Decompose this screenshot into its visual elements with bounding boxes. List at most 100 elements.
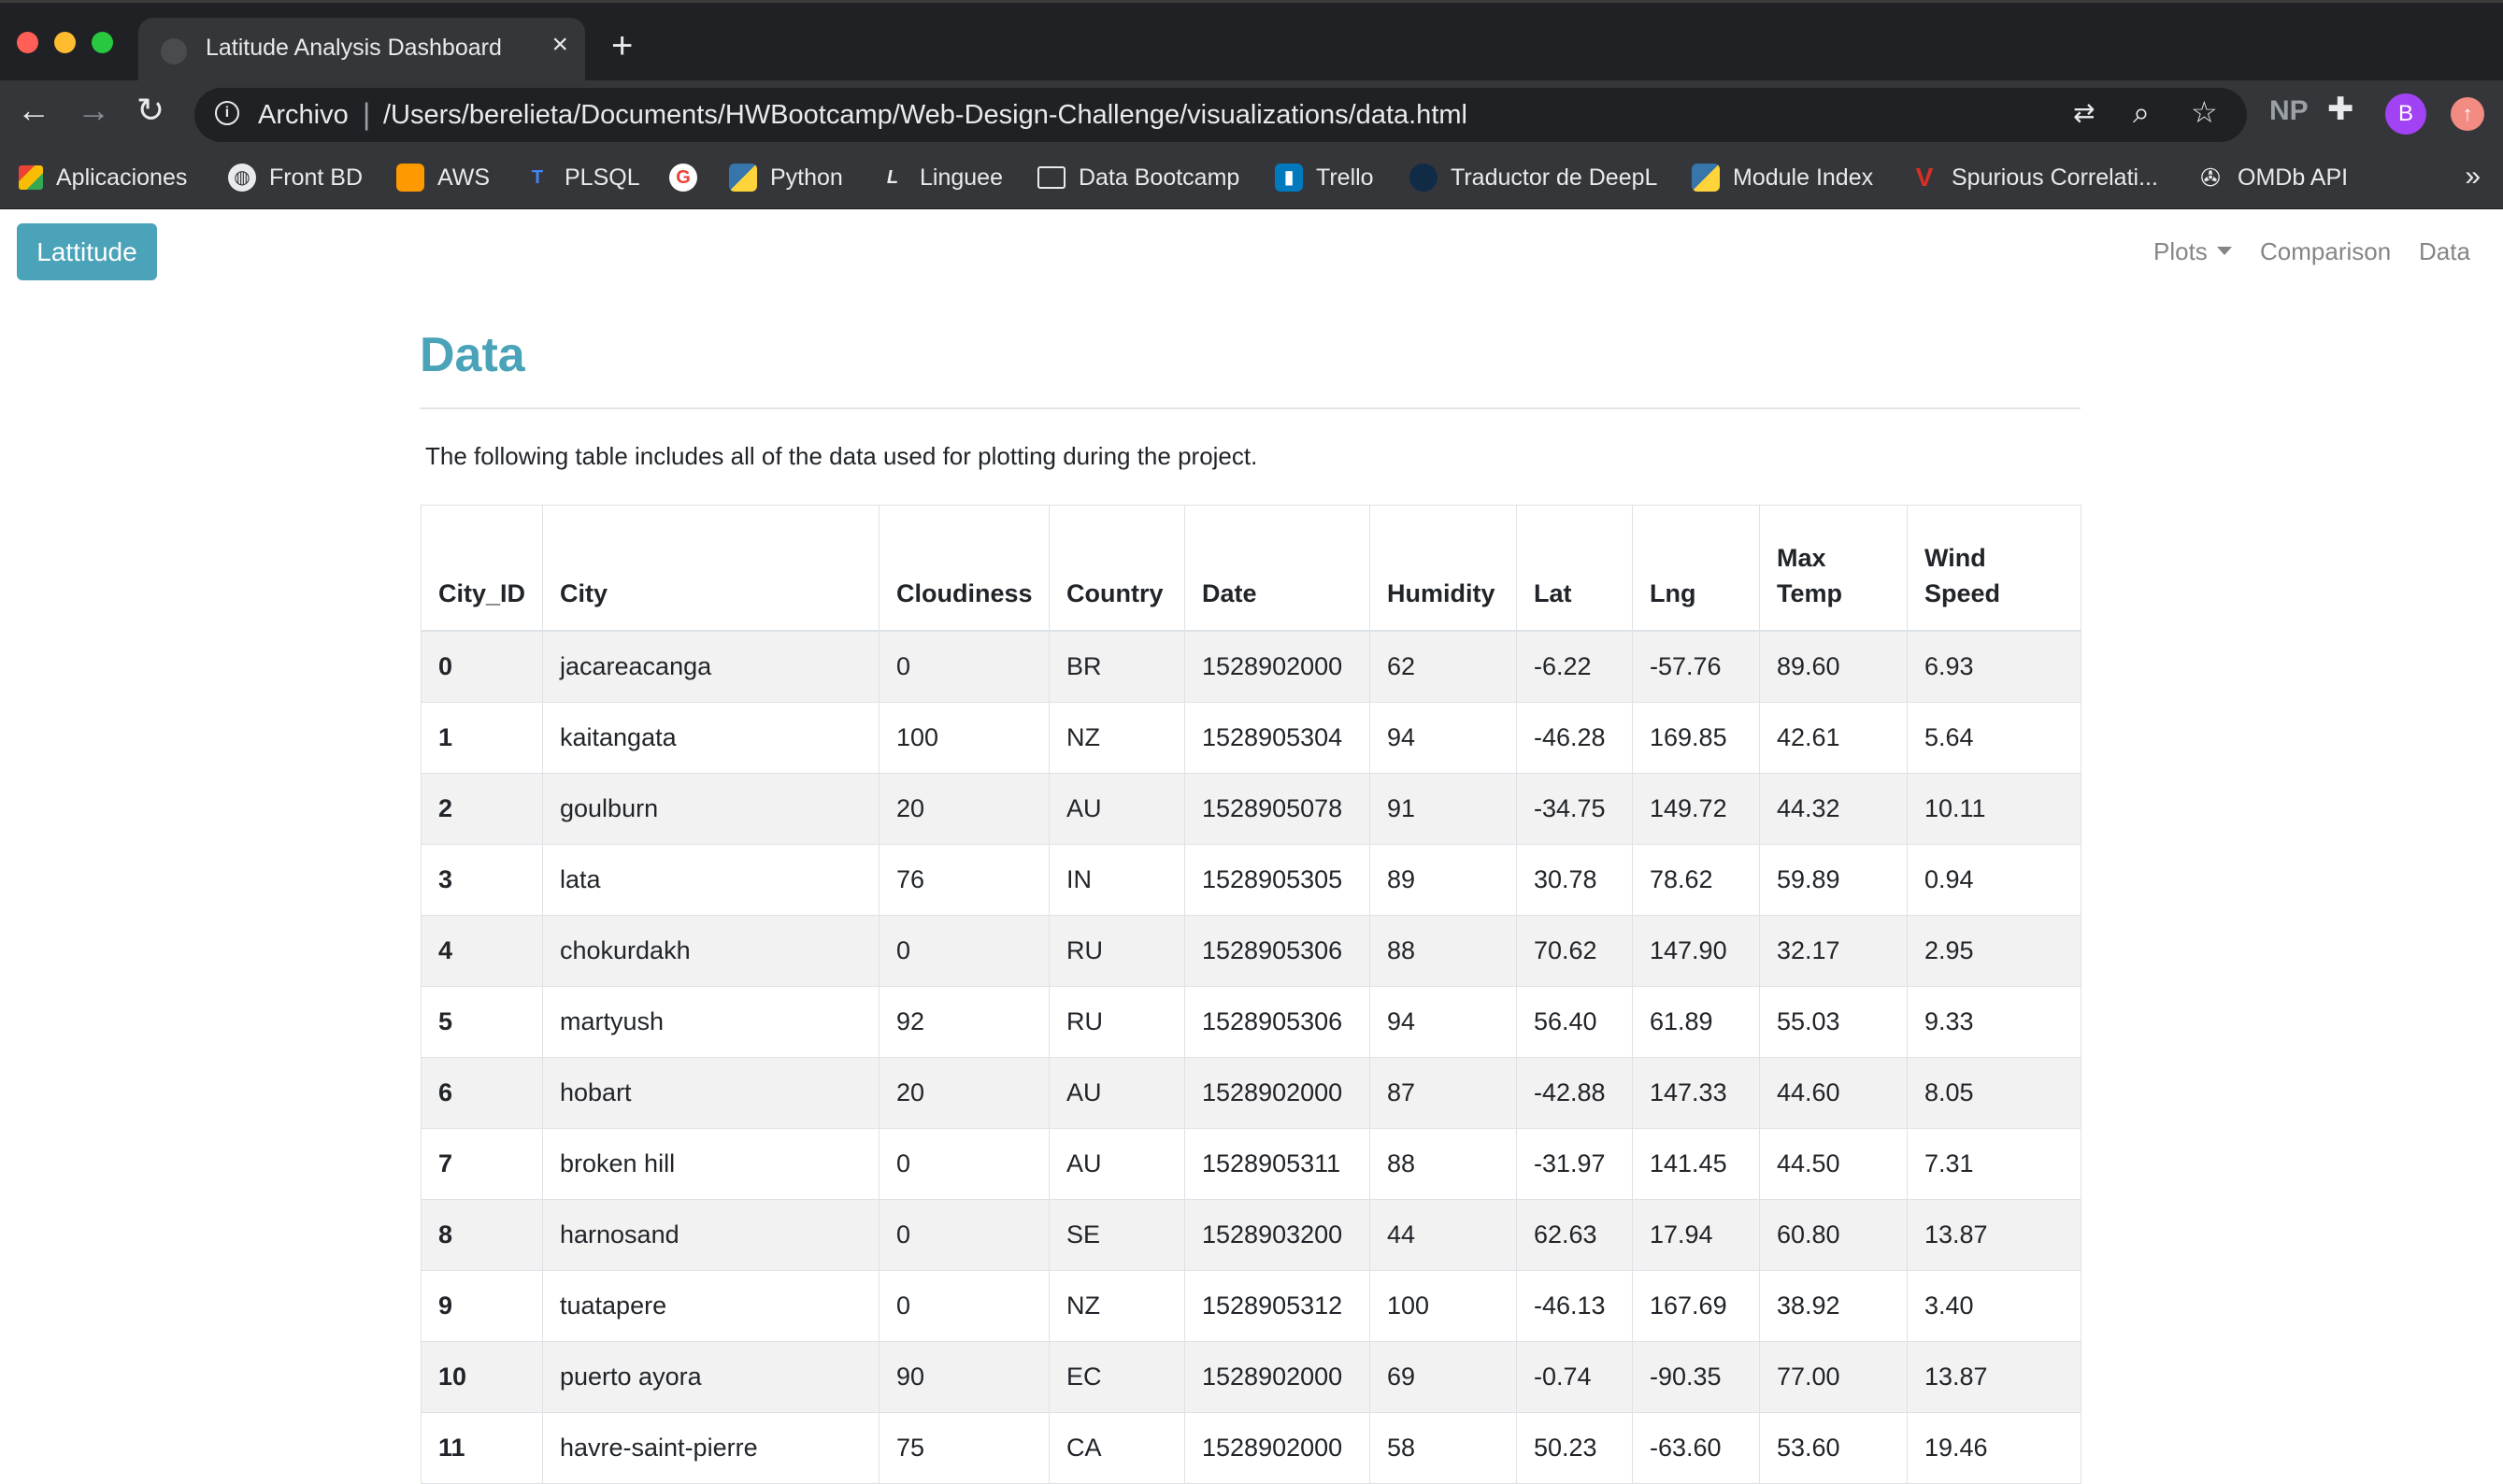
address-url[interactable]: /Users/berelieta/Documents/HWBootcamp/We… bbox=[383, 100, 1467, 131]
column-header[interactable]: Lat bbox=[1516, 505, 1633, 632]
cell-date: 1528903200 bbox=[1184, 1199, 1370, 1271]
bookmark-aws[interactable]: AWS bbox=[396, 159, 490, 196]
site-info-icon[interactable]: i bbox=[215, 101, 239, 125]
cell-city: hobart bbox=[542, 1057, 880, 1129]
column-header[interactable]: City bbox=[542, 505, 880, 632]
cell-city-id: 11 bbox=[421, 1412, 543, 1484]
profile-avatar[interactable]: B bbox=[2385, 93, 2426, 135]
update-icon[interactable]: ↑ bbox=[2451, 97, 2484, 131]
table-row: 5 martyush 92 RU 1528905306 94 56.40 61.89 55.03… bbox=[421, 986, 2081, 1058]
table-row: 2 goulburn 20 AU 1528905078 91 -34.75 149.72 44.… bbox=[421, 773, 2081, 845]
cell-wind-speed: 3.40 bbox=[1907, 1270, 2081, 1342]
column-header[interactable]: Wind Speed bbox=[1907, 505, 2081, 632]
column-header[interactable]: Max Temp bbox=[1759, 505, 1908, 632]
bookmark-deepl[interactable]: Traductor de DeepL bbox=[1409, 159, 1657, 196]
cell-date: 1528902000 bbox=[1184, 1412, 1370, 1484]
python-icon bbox=[1692, 164, 1720, 192]
bookmark-trello[interactable]: ▮ Trello bbox=[1275, 159, 1374, 196]
bookmark-google[interactable]: G bbox=[669, 159, 710, 196]
cell-city-id: 7 bbox=[421, 1128, 543, 1200]
cell-max-temp: 89.60 bbox=[1759, 630, 1908, 703]
zoom-icon[interactable]: ⌕ bbox=[2133, 97, 2150, 127]
np-extension-icon[interactable]: NP bbox=[2269, 97, 2309, 125]
cell-humidity: 87 bbox=[1369, 1057, 1517, 1129]
tab-close-icon[interactable]: × bbox=[551, 31, 568, 59]
extensions-puzzle-icon[interactable]: ✚ bbox=[2327, 93, 2354, 125]
cell-country: BR bbox=[1049, 630, 1185, 703]
bookmarks-bar: Aplicaciones ◍ Front BD AWS T PLSQL G Py… bbox=[0, 148, 2503, 209]
maximize-window-button[interactable] bbox=[92, 32, 113, 53]
column-header[interactable]: City_ID bbox=[421, 505, 543, 632]
table-row: 6 hobart 20 AU 1528902000 87 -42.88 147.33 44.60… bbox=[421, 1057, 2081, 1129]
bookmark-apps[interactable]: Aplicaciones bbox=[19, 159, 187, 196]
column-header[interactable]: Date bbox=[1184, 505, 1370, 632]
cell-humidity: 94 bbox=[1369, 986, 1517, 1058]
forward-arrow-icon[interactable]: → bbox=[77, 93, 110, 127]
reload-icon[interactable]: ↻ bbox=[136, 93, 164, 127]
address-bar[interactable]: i Archivo | /Users/berelieta/Documents/H… bbox=[194, 88, 2247, 142]
close-window-button[interactable] bbox=[17, 32, 38, 53]
new-tab-plus-icon[interactable]: + bbox=[611, 27, 633, 64]
deepl-icon bbox=[1409, 164, 1437, 192]
cell-lng: -90.35 bbox=[1632, 1341, 1760, 1413]
cell-lng: 78.62 bbox=[1632, 844, 1760, 916]
bookmark-module-index[interactable]: Module Index bbox=[1692, 159, 1873, 196]
trello-icon: ▮ bbox=[1275, 164, 1303, 192]
cell-city: goulburn bbox=[542, 773, 880, 845]
cell-humidity: 88 bbox=[1369, 1128, 1517, 1200]
cell-city: lata bbox=[542, 844, 880, 916]
bookmark-omdb-api[interactable]: ✇ OMDb API bbox=[2196, 159, 2348, 196]
table-row: 10 puerto ayora 90 EC 1528902000 69 -0.74 -90.3… bbox=[421, 1341, 2081, 1413]
nav-plots-dropdown[interactable]: Plots bbox=[2153, 237, 2232, 266]
cell-lng: 141.45 bbox=[1632, 1128, 1760, 1200]
brand-button[interactable]: Lattitude bbox=[17, 223, 157, 280]
cell-lng: 61.89 bbox=[1632, 986, 1760, 1058]
back-arrow-icon[interactable]: ← bbox=[17, 93, 50, 127]
cell-lng: 147.33 bbox=[1632, 1057, 1760, 1129]
nav-comparison-link[interactable]: Comparison bbox=[2260, 237, 2391, 266]
cell-cloudiness: 20 bbox=[879, 1057, 1050, 1129]
bookmark-star-icon[interactable]: ☆ bbox=[2191, 97, 2218, 127]
cell-country: RU bbox=[1049, 986, 1185, 1058]
cell-wind-speed: 0.94 bbox=[1907, 844, 2081, 916]
bookmark-plsql[interactable]: T PLSQL bbox=[523, 159, 640, 196]
cell-city-id: 1 bbox=[421, 702, 543, 774]
cell-date: 1528902000 bbox=[1184, 1057, 1370, 1129]
nav-data-link[interactable]: Data bbox=[2419, 237, 2470, 266]
bookmark-linguee[interactable]: L Linguee bbox=[879, 159, 1003, 196]
bookmark-spurious-correlations[interactable]: V Spurious Correlati... bbox=[1910, 159, 2158, 196]
cell-date: 1528905078 bbox=[1184, 773, 1370, 845]
column-header[interactable]: Humidity bbox=[1369, 505, 1517, 632]
cell-date: 1528905306 bbox=[1184, 986, 1370, 1058]
bookmarks-overflow-icon[interactable]: » bbox=[2465, 161, 2481, 193]
column-header[interactable]: Lng bbox=[1632, 505, 1760, 632]
table-row: 4 chokurdakh 0 RU 1528905306 88 70.62 147.90 32.… bbox=[421, 915, 2081, 987]
cell-city: jacareacanga bbox=[542, 630, 880, 703]
bookmark-front-bd[interactable]: ◍ Front BD bbox=[228, 159, 363, 196]
column-header[interactable]: Cloudiness bbox=[879, 505, 1050, 632]
cell-city: tuatapere bbox=[542, 1270, 880, 1342]
cell-date: 1528902000 bbox=[1184, 630, 1370, 703]
page-favicon-icon bbox=[161, 38, 187, 64]
cell-cloudiness: 76 bbox=[879, 844, 1050, 916]
column-header[interactable]: Country bbox=[1049, 505, 1185, 632]
browser-tab-bar: Latitude Analysis Dashboard × + bbox=[0, 0, 2503, 83]
cell-city: broken hill bbox=[542, 1128, 880, 1200]
cell-country: CA bbox=[1049, 1412, 1185, 1484]
site-navbar: Lattitude Plots Comparison Data bbox=[0, 209, 2503, 293]
apps-grid-icon bbox=[19, 165, 43, 190]
cell-city-id: 10 bbox=[421, 1341, 543, 1413]
cell-city-id: 4 bbox=[421, 915, 543, 987]
cell-wind-speed: 13.87 bbox=[1907, 1341, 2081, 1413]
cell-wind-speed: 7.31 bbox=[1907, 1128, 2081, 1200]
bookmark-python[interactable]: Python bbox=[729, 159, 843, 196]
translate-icon[interactable]: ⇄ bbox=[2073, 100, 2095, 126]
cell-humidity: 62 bbox=[1369, 630, 1517, 703]
cell-lng: -63.60 bbox=[1632, 1412, 1760, 1484]
cell-wind-speed: 5.64 bbox=[1907, 702, 2081, 774]
minimize-window-button[interactable] bbox=[54, 32, 76, 53]
cell-lat: -46.13 bbox=[1516, 1270, 1633, 1342]
cell-city: havre-saint-pierre bbox=[542, 1412, 880, 1484]
bookmark-data-bootcamp[interactable]: Data Bootcamp bbox=[1037, 159, 1239, 196]
active-tab[interactable]: Latitude Analysis Dashboard × bbox=[138, 18, 585, 83]
